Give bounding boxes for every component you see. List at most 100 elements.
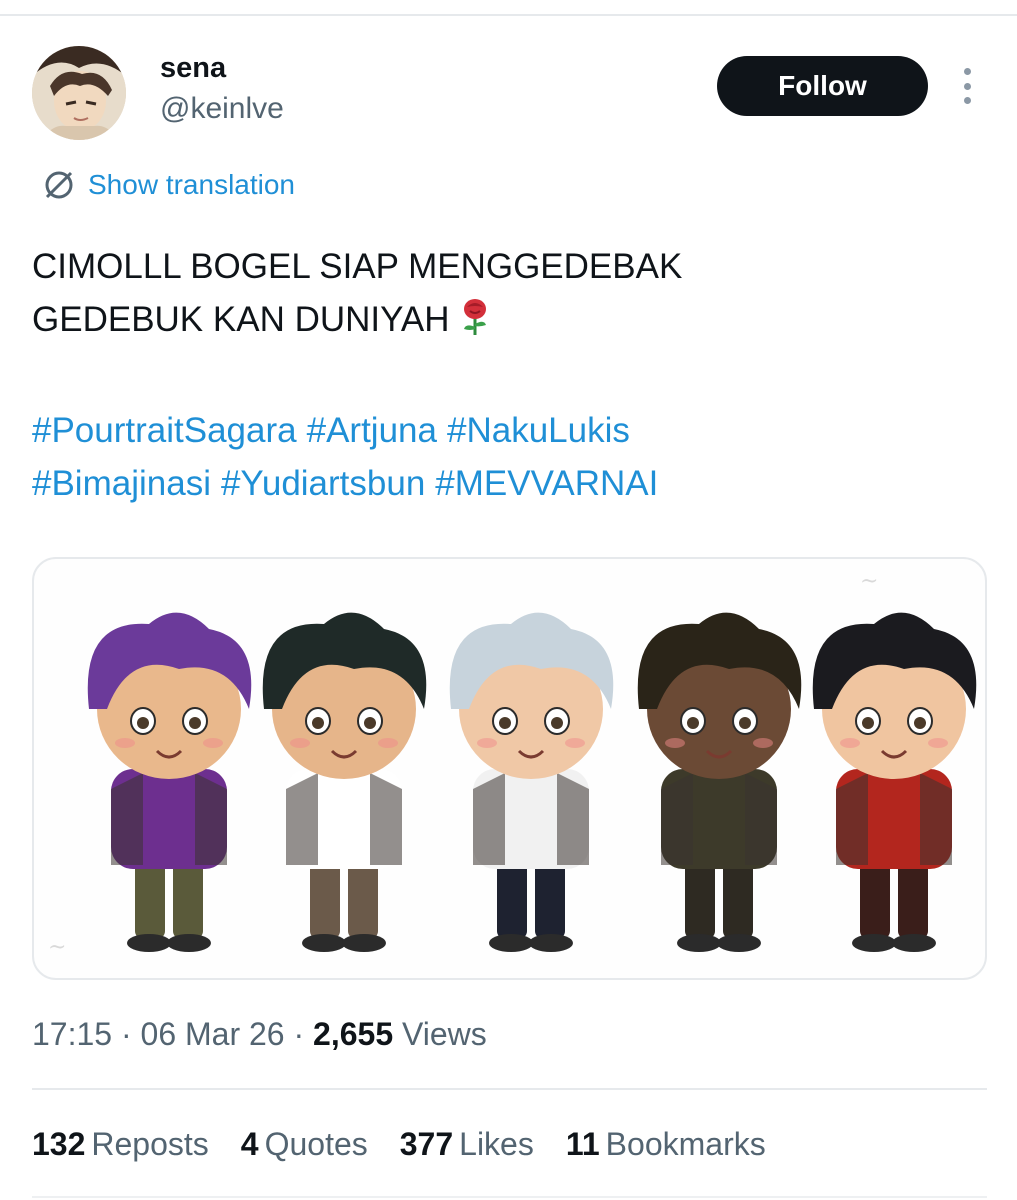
display-name[interactable]: sena xyxy=(160,52,226,85)
views-count: 2,655 xyxy=(313,1016,394,1052)
tweet-line-text: GEDEBUK KAN DUNIYAH xyxy=(32,300,450,339)
character-leg xyxy=(685,859,715,939)
character-pupil xyxy=(189,717,201,729)
character-shoe xyxy=(892,934,936,952)
likes-label: Likes xyxy=(459,1126,534,1162)
character-blush xyxy=(565,738,585,748)
character-jacket xyxy=(473,773,505,865)
character-shoe xyxy=(529,934,573,952)
tweet-meta: 17:15 · 06 Mar 26 · 2,655 Views xyxy=(32,1016,487,1053)
dot-icon xyxy=(963,68,971,75)
character-jacket xyxy=(661,773,693,865)
hashtag-link[interactable]: #Bimajinasi xyxy=(32,464,211,503)
character-leg xyxy=(898,859,928,939)
watermark-top: ~ xyxy=(860,569,879,594)
bookmarks-count: 11 xyxy=(565,1126,600,1162)
hashtag-link[interactable]: #PourtraitSagara xyxy=(32,411,297,450)
character-jacket xyxy=(920,773,952,865)
likes-stat[interactable]: 377 Likes xyxy=(400,1126,534,1163)
character-jacket xyxy=(195,773,227,865)
character-blush xyxy=(840,738,860,748)
translate-globe-icon xyxy=(45,171,73,199)
character-blush xyxy=(928,738,948,748)
user-handle[interactable]: @keinlve xyxy=(160,92,284,126)
engagement-stats: 132 Reposts 4 Quotes 377 Likes 11 Bookmarks xyxy=(32,1126,766,1163)
top-divider xyxy=(0,14,1017,16)
chibi-characters-illustration xyxy=(87,612,977,952)
character-pupil xyxy=(914,717,926,729)
character-pupil xyxy=(862,717,874,729)
character-blush xyxy=(477,738,497,748)
dot-icon xyxy=(963,97,971,104)
character-leg xyxy=(135,859,165,939)
character-jacket xyxy=(836,773,868,865)
meta-separator: · xyxy=(293,1016,314,1052)
tweet-date[interactable]: 06 Mar 26 xyxy=(141,1016,285,1052)
tweet-text: CIMOLLL BOGEL SIAP MENGGEDEBAK GEDEBUK K… xyxy=(32,240,982,346)
hashtag-link[interactable]: #Yudiartsbun xyxy=(221,464,425,503)
character-leg xyxy=(497,859,527,939)
character-pupil xyxy=(687,717,699,729)
reposts-stat[interactable]: 132 Reposts xyxy=(32,1126,209,1163)
character-pupil xyxy=(551,717,563,729)
character-shoe xyxy=(717,934,761,952)
show-translation-link[interactable]: Show translation xyxy=(42,168,295,202)
views-label: Views xyxy=(402,1016,487,1052)
anime-portrait-avatar-icon xyxy=(32,46,126,140)
character-jacket xyxy=(745,773,777,865)
character-jacket xyxy=(111,773,143,865)
quotes-stat[interactable]: 4 Quotes xyxy=(241,1126,368,1163)
tweet-header: sena @keinlve Follow xyxy=(0,40,1017,150)
follow-button[interactable]: Follow xyxy=(717,56,928,116)
quotes-count: 4 xyxy=(240,1126,259,1162)
hashtag-list: #PourtraitSagara #Artjuna #NakuLukis #Bima… xyxy=(32,404,982,510)
bookmarks-label: Bookmarks xyxy=(605,1126,766,1162)
reposts-label: Reposts xyxy=(91,1126,209,1162)
quotes-label: Quotes xyxy=(264,1126,368,1162)
character-shoe xyxy=(342,934,386,952)
character-blush xyxy=(115,738,135,748)
character-jacket xyxy=(286,773,318,865)
meta-separator: · xyxy=(120,1016,141,1052)
stats-divider xyxy=(32,1088,987,1090)
character-blush xyxy=(753,738,773,748)
tweet-time[interactable]: 17:15 xyxy=(32,1016,112,1052)
character-shoe xyxy=(489,934,533,952)
hashtag-link[interactable]: #MEVVARNAI xyxy=(435,464,658,503)
character-leg xyxy=(348,859,378,939)
character-shoe xyxy=(167,934,211,952)
tweet-line: GEDEBUK KAN DUNIYAH xyxy=(32,293,982,346)
character-pupil xyxy=(312,717,324,729)
dot-icon xyxy=(963,82,971,90)
bookmarks-stat[interactable]: 11 Bookmarks xyxy=(566,1126,766,1163)
character-blush xyxy=(203,738,223,748)
character-blush xyxy=(378,738,398,748)
character-pupil xyxy=(739,717,751,729)
character-leg xyxy=(173,859,203,939)
reposts-count: 132 xyxy=(32,1126,86,1162)
hashtag-row: #PourtraitSagara #Artjuna #NakuLukis xyxy=(32,404,982,457)
character-leg xyxy=(860,859,890,939)
rose-emoji-icon xyxy=(463,299,486,335)
hashtag-link[interactable]: #Artjuna xyxy=(307,411,437,450)
character-shoe xyxy=(677,934,721,952)
character-pupil xyxy=(499,717,511,729)
character-shoe xyxy=(127,934,171,952)
character-jacket xyxy=(370,773,402,865)
watermark-bottom: ~ xyxy=(48,935,67,960)
character-blush xyxy=(665,738,685,748)
vertical-ellipsis-icon[interactable] xyxy=(955,68,979,104)
character-shoe xyxy=(852,934,896,952)
hashtag-link[interactable]: #NakuLukis xyxy=(447,411,630,450)
bottom-divider xyxy=(32,1196,987,1198)
avatar[interactable] xyxy=(32,46,126,140)
character-shoe xyxy=(302,934,346,952)
character-leg xyxy=(535,859,565,939)
likes-count: 377 xyxy=(399,1126,454,1162)
character-jacket xyxy=(557,773,589,865)
show-translation-label: Show translation xyxy=(88,169,296,200)
tweet-media-image[interactable]: ~ ~ xyxy=(32,557,987,980)
character-pupil xyxy=(137,717,149,729)
character-pupil xyxy=(364,717,376,729)
character-blush xyxy=(290,738,310,748)
